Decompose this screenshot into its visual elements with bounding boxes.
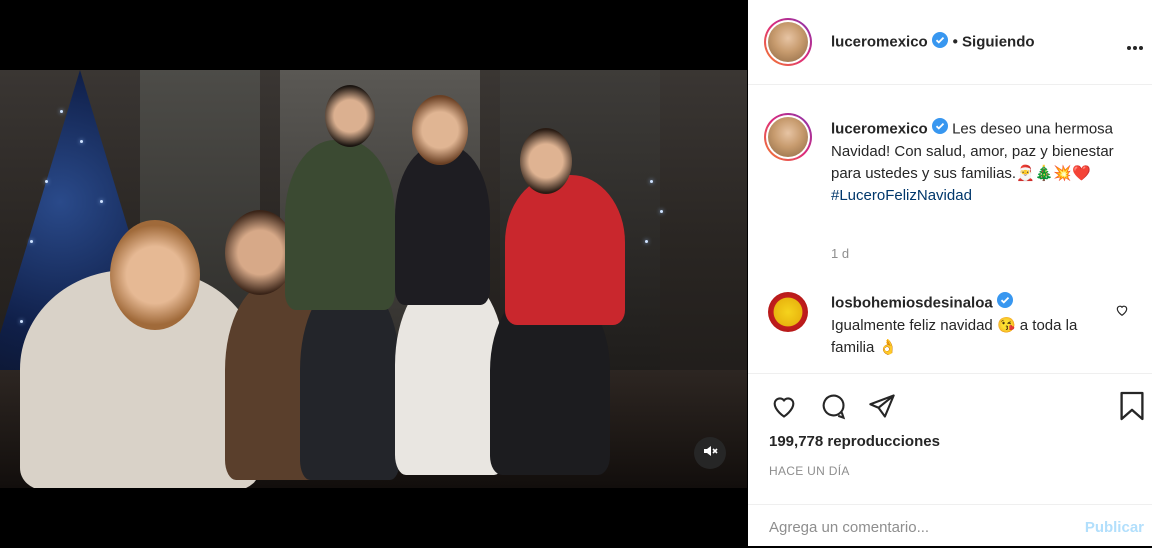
more-options-button[interactable] [1126, 38, 1144, 56]
post-caption: luceromexico Les deseo una hermosa Navid… [831, 118, 1121, 207]
verified-icon [996, 292, 1013, 315]
mute-toggle[interactable] [694, 437, 726, 469]
person-head [325, 85, 375, 147]
publish-button[interactable]: Publicar [1085, 519, 1144, 536]
author-avatar[interactable] [764, 18, 812, 66]
bookmark-icon [1119, 391, 1145, 426]
author-username[interactable]: luceromexico [831, 34, 928, 51]
person-head [520, 128, 572, 194]
comment-input[interactable]: Agrega un comentario... [769, 519, 929, 536]
person-head [110, 220, 200, 330]
like-button[interactable] [769, 392, 799, 425]
verified-icon [931, 118, 948, 141]
comment-button[interactable] [818, 392, 848, 425]
person [395, 275, 505, 475]
comment-icon [818, 394, 848, 424]
media-panel [0, 0, 747, 546]
comment-item: losbohemiosdesinaloa Igualmente feliz na… [831, 292, 1101, 359]
more-options-icon [1126, 38, 1144, 55]
add-comment-bar: Agrega un comentario... Publicar [748, 504, 1152, 548]
caption-hashtag[interactable]: #LuceroFelizNavidad [831, 187, 972, 204]
person [285, 140, 395, 310]
caption-author-avatar[interactable] [764, 113, 812, 161]
commenter-username[interactable]: losbohemiosdesinaloa [831, 294, 993, 311]
save-button[interactable] [1119, 390, 1145, 427]
like-comment-icon [1115, 304, 1129, 321]
person [300, 280, 400, 480]
commenter-avatar[interactable] [768, 292, 808, 332]
heart-icon [769, 397, 799, 424]
verified-icon [932, 32, 949, 53]
comment-text: Igualmente feliz navidad 😘 a toda la fam… [831, 317, 1078, 356]
person [395, 145, 490, 305]
caption-username[interactable]: luceromexico [831, 120, 928, 137]
following-status[interactable]: • Siguiendo [953, 34, 1035, 51]
post-video[interactable] [0, 70, 747, 488]
person-head [412, 95, 468, 165]
mute-icon [702, 443, 718, 464]
post-date[interactable]: HACE UN DÍA [769, 464, 850, 478]
share-button[interactable] [868, 392, 896, 425]
post-actions: 199,778 reproducciones HACE UN DÍA Agreg… [748, 373, 1152, 547]
like-comment-button[interactable] [1115, 303, 1129, 322]
post-header: luceromexico • Siguiendo [748, 0, 1152, 85]
post-side-panel: luceromexico • Siguiendo luceromexico Le… [748, 0, 1152, 546]
caption-timestamp[interactable]: 1 d [831, 246, 849, 261]
view-count[interactable]: 199,778 reproducciones [769, 433, 940, 450]
person [505, 175, 625, 325]
share-icon [868, 394, 896, 424]
